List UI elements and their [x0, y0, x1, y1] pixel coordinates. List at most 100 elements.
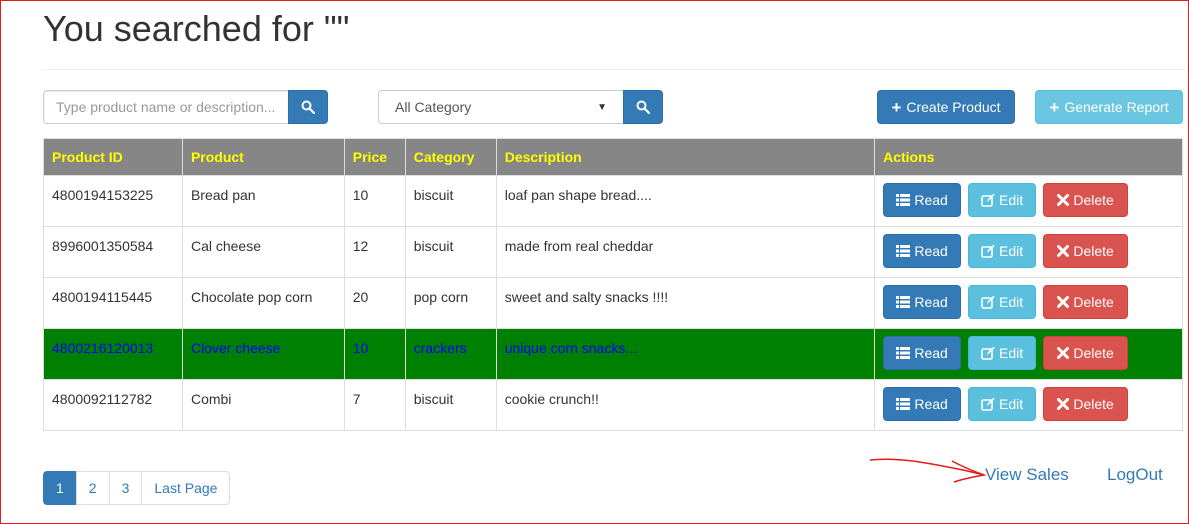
header-description: Description — [495, 138, 876, 176]
red-arrow-annotation — [869, 458, 987, 483]
divider — [43, 69, 1185, 70]
delete-button[interactable]: Delete — [1043, 234, 1129, 268]
header-price: Price — [343, 138, 406, 176]
edit-icon — [981, 244, 995, 258]
cell-price: 10 — [352, 340, 369, 356]
table-row: 4800194115445 Chocolate pop corn 20 pop cor… — [43, 277, 1183, 329]
create-product-label: Create Product — [906, 99, 1001, 115]
close-icon — [1057, 296, 1070, 308]
read-label: Read — [914, 294, 948, 310]
search-icon — [301, 100, 315, 114]
generate-report-button[interactable]: + Generate Report — [1035, 90, 1183, 124]
products-table: Product ID Product Price Category Descri… — [43, 138, 1183, 431]
cell-product: Bread pan — [190, 187, 256, 203]
delete-button[interactable]: Delete — [1043, 285, 1129, 319]
edit-button[interactable]: Edit — [968, 336, 1037, 370]
list-icon — [896, 398, 911, 410]
page-title: You searched for "" — [43, 8, 350, 49]
read-button[interactable]: Read — [883, 336, 962, 370]
read-label: Read — [914, 396, 948, 412]
cell-price: 20 — [352, 289, 369, 305]
search-icon — [636, 100, 650, 114]
row-actions: Read Edit Delete — [883, 227, 1174, 268]
delete-button[interactable]: Delete — [1043, 336, 1129, 370]
close-icon — [1057, 398, 1070, 410]
table-header-row: Product ID Product Price Category Descri… — [43, 138, 1183, 176]
delete-label: Delete — [1073, 294, 1114, 310]
plus-icon: + — [1049, 97, 1060, 117]
edit-button[interactable]: Edit — [968, 183, 1037, 217]
header-actions: Actions — [874, 138, 1183, 176]
cell-price: 12 — [352, 238, 369, 254]
header-product: Product — [181, 138, 345, 176]
view-sales-link[interactable]: View Sales — [985, 465, 1069, 485]
close-icon — [1057, 347, 1070, 359]
page-1[interactable]: 1 — [43, 471, 77, 505]
close-icon — [1057, 194, 1070, 206]
list-icon — [896, 194, 911, 206]
row-actions: Read Edit Delete — [883, 380, 1174, 421]
cell-product-id: 4800092112782 — [52, 391, 153, 407]
cell-category: pop corn — [413, 289, 469, 305]
pagination: 1 2 3 Last Page — [43, 471, 231, 505]
read-label: Read — [914, 192, 948, 208]
cell-description: unique corn snacks... — [504, 340, 637, 356]
delete-label: Delete — [1073, 396, 1114, 412]
create-product-button[interactable]: + Create Product — [877, 90, 1015, 124]
read-button[interactable]: Read — [883, 183, 962, 217]
edit-label: Edit — [999, 294, 1024, 310]
edit-label: Edit — [999, 192, 1024, 208]
search-button[interactable] — [288, 90, 328, 124]
edit-button[interactable]: Edit — [968, 234, 1037, 268]
header-category: Category — [404, 138, 497, 176]
cell-product-id: 4800194115445 — [52, 289, 153, 305]
cell-description: cookie crunch!! — [504, 391, 599, 407]
table-row: 4800194153225 Bread pan 10 biscuit loaf pan … — [43, 175, 1183, 227]
cell-description: made from real cheddar — [504, 238, 654, 254]
read-button[interactable]: Read — [883, 387, 962, 421]
edit-icon — [981, 397, 995, 411]
category-select[interactable]: All Category ▼ — [378, 90, 623, 124]
page-last[interactable]: Last Page — [141, 471, 231, 505]
cell-price: 7 — [352, 391, 361, 407]
search-group — [43, 90, 328, 124]
list-icon — [896, 347, 911, 359]
edit-icon — [981, 295, 995, 309]
cell-category: biscuit — [413, 238, 454, 254]
edit-label: Edit — [999, 243, 1024, 259]
read-button[interactable]: Read — [883, 234, 962, 268]
cell-category: crackers — [413, 340, 467, 356]
logout-link[interactable]: LogOut — [1107, 465, 1163, 485]
page-3[interactable]: 3 — [108, 471, 143, 505]
delete-button[interactable]: Delete — [1043, 183, 1129, 217]
header-product-id: Product ID — [43, 138, 183, 176]
delete-button[interactable]: Delete — [1043, 387, 1129, 421]
cell-category: biscuit — [413, 187, 454, 203]
cell-price: 10 — [352, 187, 369, 203]
row-actions: Read Edit Delete — [883, 176, 1174, 217]
edit-icon — [981, 346, 995, 360]
cell-product-id: 4800216120013 — [52, 340, 154, 356]
cell-product-id: 4800194153225 — [52, 187, 154, 203]
search-input[interactable] — [43, 90, 288, 124]
category-search-button[interactable] — [623, 90, 663, 124]
cell-product: Clover cheese — [190, 340, 281, 356]
category-filter-group: All Category ▼ — [378, 90, 663, 124]
table-row: 4800092112782 Combi 7 biscuit cookie crunch!… — [43, 379, 1183, 431]
row-actions: Read Edit Delete — [883, 329, 1174, 370]
delete-label: Delete — [1073, 243, 1114, 259]
read-button[interactable]: Read — [883, 285, 962, 319]
cell-product-id: 8996001350584 — [52, 238, 154, 254]
table-row: 8996001350584 Cal cheese 12 biscuit made fro… — [43, 226, 1183, 278]
generate-report-label: Generate Report — [1064, 99, 1169, 115]
cell-product: Combi — [190, 391, 232, 407]
edit-button[interactable]: Edit — [968, 387, 1037, 421]
page-2[interactable]: 2 — [75, 471, 110, 505]
caret-down-icon: ▼ — [597, 101, 607, 113]
edit-button[interactable]: Edit — [968, 285, 1037, 319]
edit-label: Edit — [999, 396, 1024, 412]
edit-label: Edit — [999, 345, 1024, 361]
read-label: Read — [914, 345, 948, 361]
cell-description: loaf pan shape bread.... — [504, 187, 652, 203]
row-actions: Read Edit Delete — [883, 278, 1174, 319]
